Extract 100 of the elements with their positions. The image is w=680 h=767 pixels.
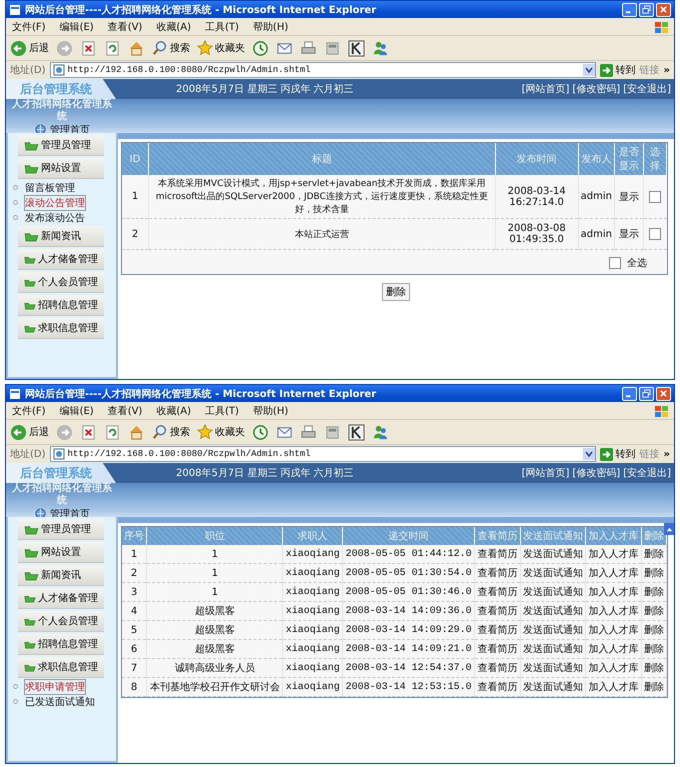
table-link[interactable]: 查看简历 <box>477 682 518 693</box>
back-button[interactable]: 后退 <box>10 40 49 56</box>
select-all-checkbox[interactable] <box>609 257 621 269</box>
refresh-icon[interactable] <box>104 40 121 56</box>
header-link[interactable]: [修改密码] <box>572 466 620 480</box>
table-link[interactable]: 加入人才库 <box>588 625 638 636</box>
table-link[interactable]: 发送面试通知 <box>522 682 583 693</box>
favorites-button[interactable]: 收藏夹 <box>197 424 245 440</box>
table-link[interactable]: 删除 <box>644 568 664 579</box>
table-link[interactable]: 发送面试通知 <box>522 606 583 617</box>
messenger-icon[interactable] <box>372 424 389 440</box>
menu-item[interactable]: 帮助(H) <box>252 404 288 418</box>
submenu-link[interactable]: 滚动公告管理 <box>24 194 86 210</box>
menu-item[interactable]: 查看(V) <box>108 404 142 418</box>
table-link[interactable]: 查看简历 <box>477 587 518 598</box>
menu-section[interactable]: 新闻资讯 <box>18 226 104 247</box>
header-link[interactable]: [安全退出] <box>623 82 671 96</box>
row-checkbox[interactable] <box>649 190 662 202</box>
search-button[interactable]: 搜索 <box>152 424 190 440</box>
menu-item[interactable]: 收藏(A) <box>156 404 191 418</box>
header-link[interactable]: [网站首页] <box>522 82 570 96</box>
go-button[interactable]: 转到 <box>600 63 636 77</box>
menu-section[interactable]: 求职信息管理 <box>18 318 104 339</box>
table-link[interactable]: 发送面试通知 <box>522 644 583 655</box>
table-link[interactable]: 删除 <box>644 549 664 560</box>
table-link[interactable]: 查看简历 <box>477 606 518 617</box>
table-link[interactable]: 查看简历 <box>477 549 518 560</box>
table-link[interactable]: 加入人才库 <box>588 568 638 579</box>
close-button[interactable] <box>656 2 671 16</box>
menu-item[interactable]: 查看(V) <box>108 20 142 34</box>
menu-section[interactable]: 个人会员管理 <box>18 272 104 293</box>
table-link[interactable]: 加入人才库 <box>588 587 638 598</box>
table-link[interactable]: 发送面试通知 <box>522 587 583 598</box>
home-icon[interactable] <box>128 424 145 440</box>
table-link[interactable]: 加入人才库 <box>588 663 638 674</box>
table-link[interactable]: 发送面试通知 <box>522 568 583 579</box>
minimize-button[interactable] <box>622 386 637 400</box>
menu-section[interactable]: 管理员管理 <box>18 519 104 540</box>
menu-section[interactable]: 个人会员管理 <box>18 611 104 632</box>
close-button[interactable] <box>656 386 671 400</box>
table-link[interactable]: 加入人才库 <box>588 644 638 655</box>
table-link[interactable]: 查看简历 <box>477 568 518 579</box>
table-link[interactable]: 删除 <box>644 663 664 674</box>
table-link[interactable]: 发送面试通知 <box>522 625 583 636</box>
table-link[interactable]: 删除 <box>644 606 664 617</box>
history-icon[interactable] <box>252 424 269 440</box>
table-link[interactable]: 删除 <box>644 587 664 598</box>
address-field[interactable]: http://192.168.0.100:8080/Rczpwlh/Admin.shtml <box>50 62 596 78</box>
menu-item[interactable]: 文件(F) <box>12 20 46 34</box>
submenu-link[interactable]: 发布滚动公告 <box>24 210 86 226</box>
favorites-button[interactable]: 收藏夹 <box>197 40 245 56</box>
dropdown-icon[interactable] <box>582 64 595 76</box>
submenu-link[interactable]: 留言板管理 <box>24 180 76 196</box>
menu-section[interactable]: 招聘信息管理 <box>18 634 104 655</box>
menu-item[interactable]: 收藏(A) <box>156 20 191 34</box>
row-checkbox[interactable] <box>649 228 662 240</box>
menu-section[interactable]: 招聘信息管理 <box>18 295 104 316</box>
address-field[interactable]: http://192.168.0.100:8080/Rczpwlh/Admin.shtml <box>50 446 596 462</box>
menu-item[interactable]: 文件(F) <box>12 404 46 418</box>
menu-section[interactable]: 求职信息管理 <box>18 657 104 678</box>
menu-section[interactable]: 管理员管理 <box>18 135 104 156</box>
menu-section[interactable]: 网站设置 <box>18 542 104 563</box>
k-tool-icon[interactable] <box>348 40 365 56</box>
table-link[interactable]: 加入人才库 <box>588 682 638 693</box>
menu-section[interactable]: 人才储备管理 <box>18 249 104 270</box>
table-link[interactable]: 查看简历 <box>477 663 518 674</box>
home-icon[interactable] <box>128 40 145 56</box>
header-link[interactable]: [安全退出] <box>623 466 671 480</box>
messenger-icon[interactable] <box>372 40 389 56</box>
header-link[interactable]: [修改密码] <box>572 82 620 96</box>
table-link[interactable]: 发送面试通知 <box>522 663 583 674</box>
delete-button[interactable]: 删除 <box>382 283 410 301</box>
go-button[interactable]: 转到 <box>600 447 636 461</box>
table-link[interactable]: 加入人才库 <box>588 606 638 617</box>
stop-icon[interactable] <box>80 40 97 56</box>
stop-icon[interactable] <box>80 424 97 440</box>
print-icon[interactable] <box>300 424 317 440</box>
print-icon[interactable] <box>300 40 317 56</box>
more-chevron[interactable]: » <box>664 64 670 76</box>
menu-item[interactable]: 编辑(E) <box>60 20 94 34</box>
menu-item[interactable]: 工具(T) <box>205 20 239 34</box>
table-link[interactable]: 删除 <box>644 682 664 693</box>
table-link[interactable]: 查看简历 <box>477 625 518 636</box>
menu-item[interactable]: 编辑(E) <box>60 404 94 418</box>
search-button[interactable]: 搜索 <box>152 40 190 56</box>
header-link[interactable]: [网站首页] <box>522 466 570 480</box>
refresh-icon[interactable] <box>104 424 121 440</box>
restore-button[interactable] <box>639 2 654 16</box>
table-link[interactable]: 查看简历 <box>477 644 518 655</box>
table-link[interactable]: 发送面试通知 <box>522 549 583 560</box>
menu-section[interactable]: 新闻资讯 <box>18 565 104 586</box>
minimize-button[interactable] <box>622 2 637 16</box>
menu-item[interactable]: 帮助(H) <box>252 20 288 34</box>
k-tool-icon[interactable] <box>348 424 365 440</box>
edit-icon[interactable] <box>324 424 341 440</box>
table-link[interactable]: 删除 <box>644 644 664 655</box>
submenu-link[interactable]: 已发送面试通知 <box>24 694 96 710</box>
menu-item[interactable]: 工具(T) <box>205 404 239 418</box>
menu-section[interactable]: 网站设置 <box>18 158 104 179</box>
edit-icon[interactable] <box>324 40 341 56</box>
